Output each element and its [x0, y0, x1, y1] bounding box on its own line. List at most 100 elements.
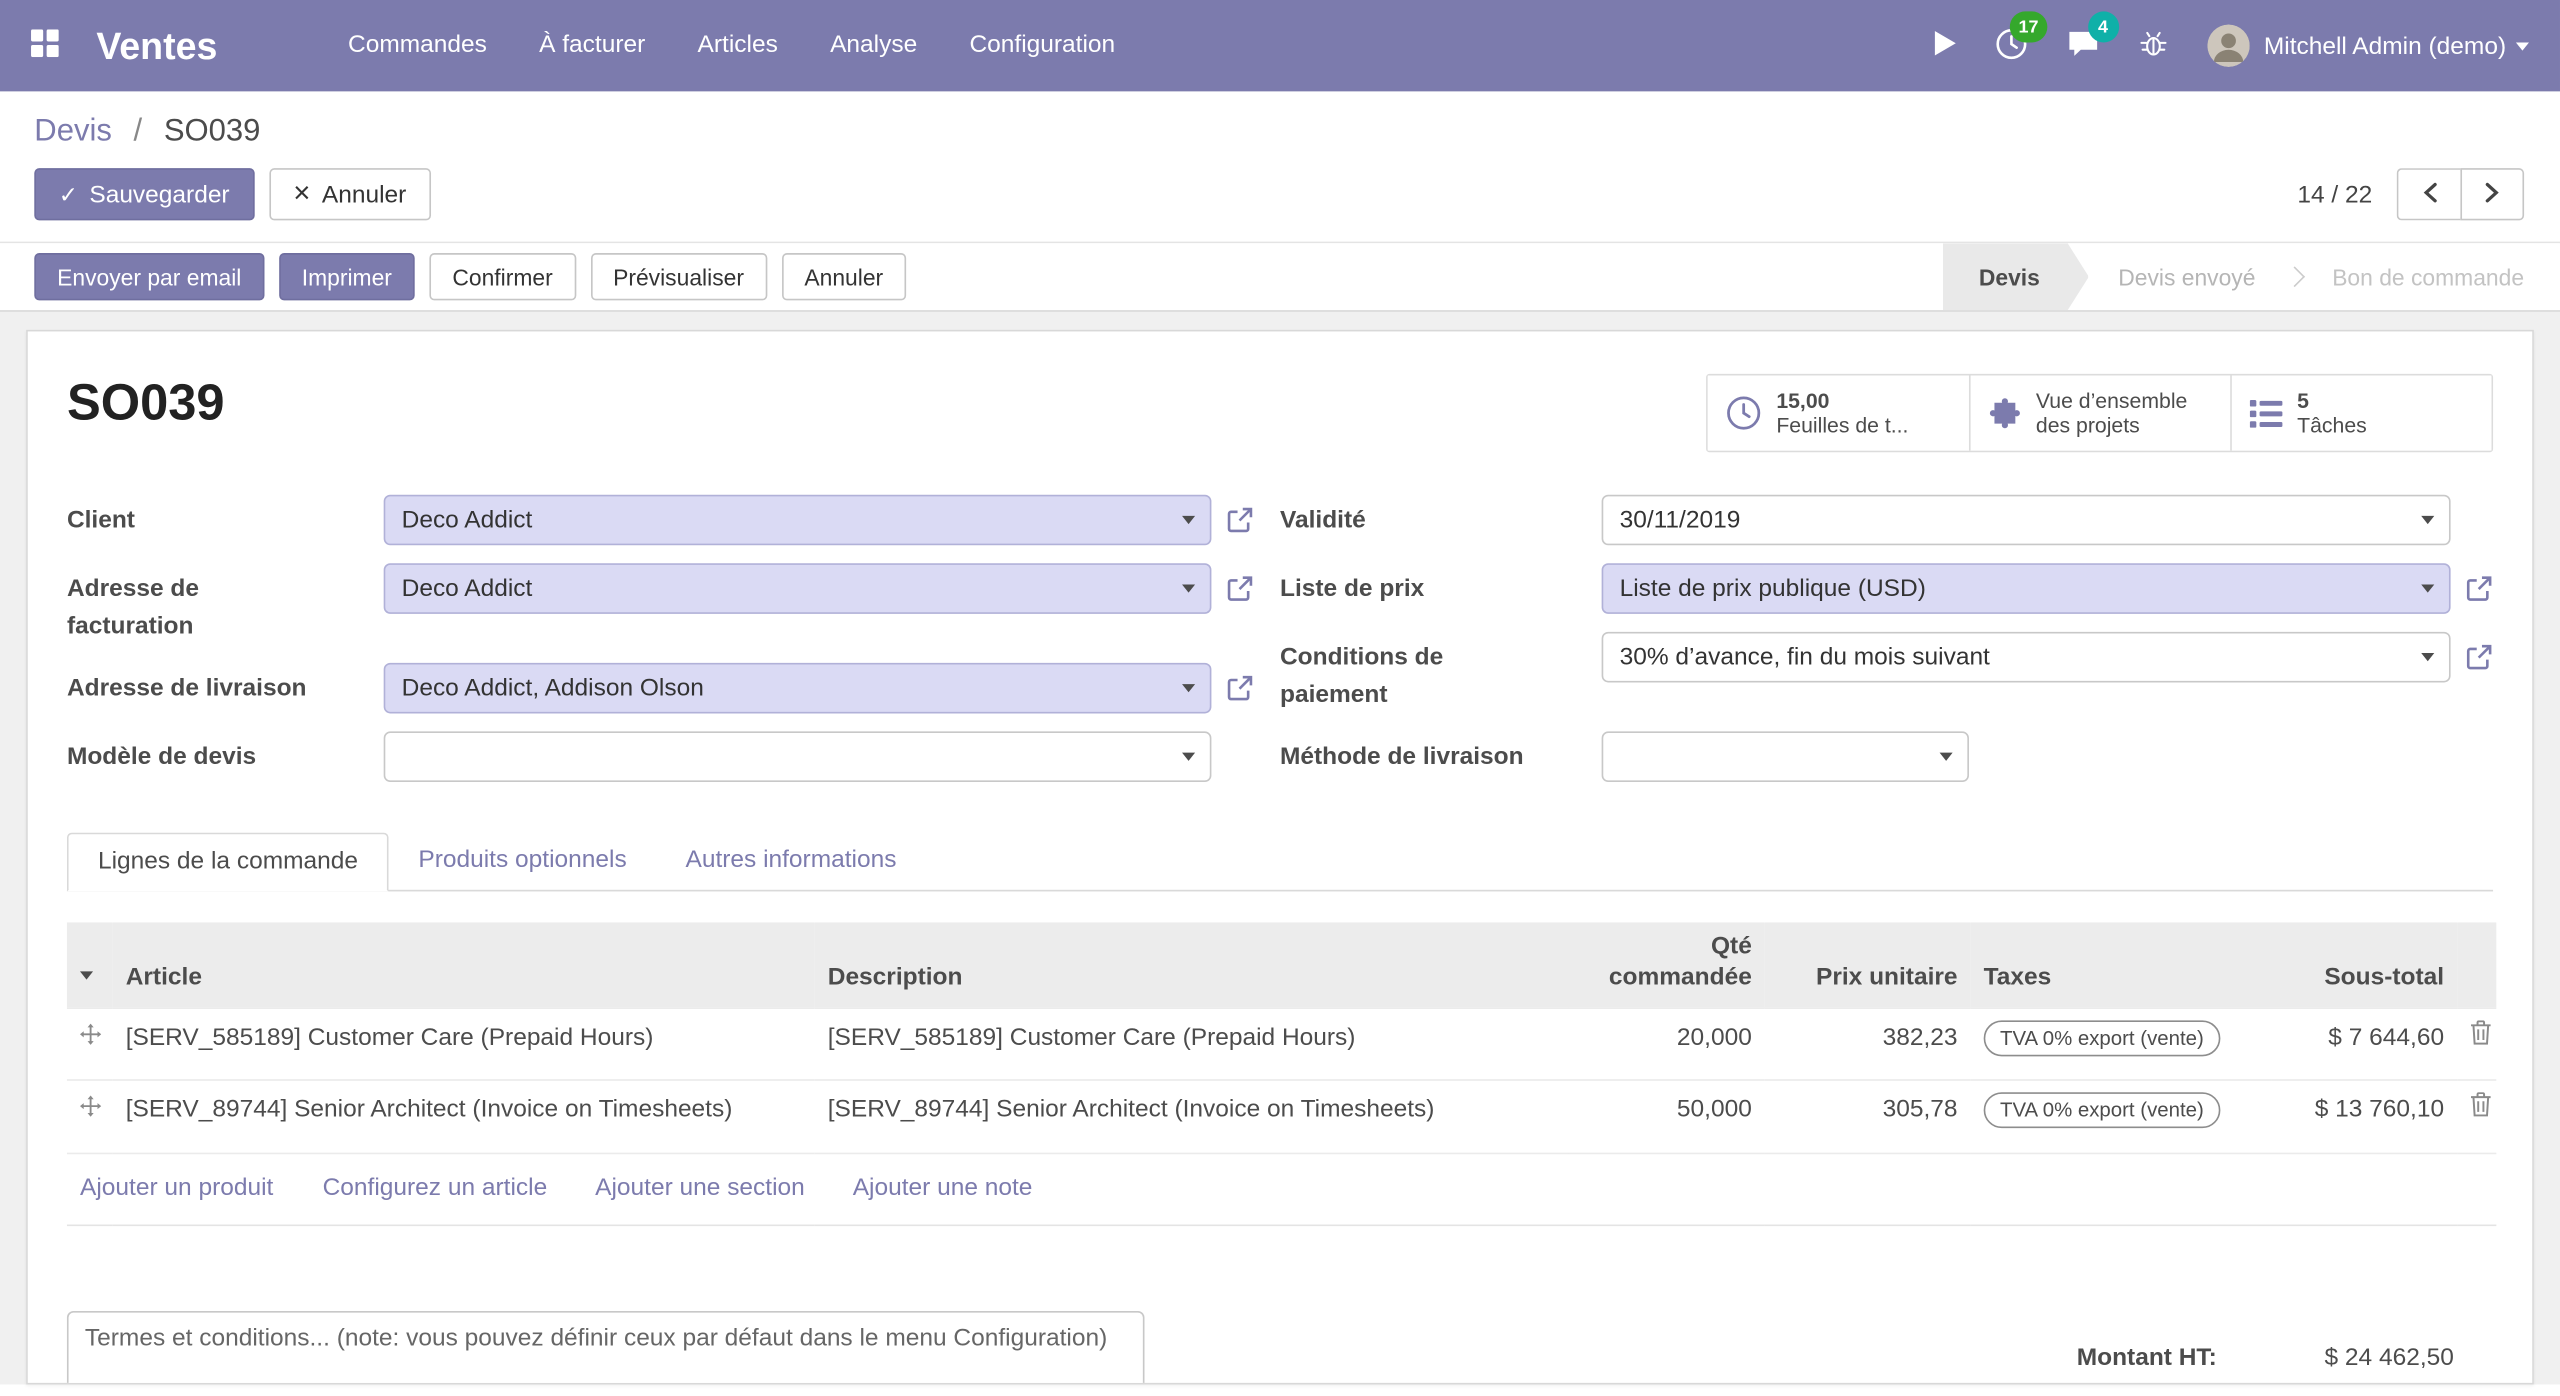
validity-field[interactable]: 30/11/2019	[1602, 495, 2451, 546]
col-header-article[interactable]: Article	[113, 922, 815, 1007]
stat-button-tasks[interactable]: 5 Tâches	[2230, 376, 2491, 451]
external-link-icon[interactable]	[1211, 663, 1253, 702]
delivery-address-field[interactable]: Deco Addict, Addison Olson	[384, 663, 1212, 714]
pager-counter: 14 / 22	[2297, 180, 2372, 208]
payment-terms-field[interactable]: 30% d’avance, fin du mois suivant	[1602, 632, 2451, 683]
delete-line-icon[interactable]	[2470, 1096, 2491, 1124]
unit-price-cell[interactable]: 305,78	[1765, 1080, 1971, 1153]
pager-next-button[interactable]	[2460, 168, 2524, 220]
save-button-label: Sauvegarder	[89, 180, 229, 208]
drag-handle-icon[interactable]	[80, 1023, 101, 1051]
form-statusbar: Envoyer par email Imprimer Confirmer Pré…	[0, 243, 2560, 312]
menu-item-a-facturer[interactable]: À facturer	[513, 0, 671, 91]
status-step-devis[interactable]: Devis	[1943, 243, 2089, 310]
description-cell[interactable]: [SERV_89744] Senior Architect (Invoice o…	[828, 1092, 1435, 1129]
pager-previous-button[interactable]	[2397, 168, 2461, 220]
user-avatar	[2207, 24, 2249, 66]
activity-count-badge: 17	[2010, 11, 2046, 42]
external-link-icon[interactable]	[1211, 495, 1253, 534]
stat-button-project-overview[interactable]: Vue d’ensemble des projets	[1969, 376, 2230, 451]
col-header-qty[interactable]: Qté commandée	[1569, 922, 1765, 1007]
terms-and-conditions-input[interactable]	[67, 1311, 1145, 1384]
status-step-bon-de-commande[interactable]: Bon de commande	[2303, 243, 2560, 310]
menu-item-articles[interactable]: Articles	[671, 0, 804, 91]
timesheet-hours-value: 15,00	[1776, 388, 1908, 413]
drag-handle-icon[interactable]	[80, 1096, 101, 1124]
pricelist-field[interactable]: Liste de prix publique (USD)	[1602, 563, 2451, 614]
order-lines-table: Article Description Qté commandée Prix u…	[67, 922, 2496, 1226]
send-by-email-button[interactable]: Envoyer par email	[34, 253, 264, 300]
systray: 17 4 Mitchell Admin (demo)	[1914, 0, 2529, 91]
external-link-icon[interactable]	[2451, 632, 2493, 671]
print-button[interactable]: Imprimer	[279, 253, 415, 300]
client-field[interactable]: Deco Addict	[384, 495, 1212, 546]
user-menu[interactable]: Mitchell Admin (demo)	[2207, 24, 2529, 66]
project-overview-label: Vue d’ensemble des projets	[2036, 388, 2212, 437]
col-header-unit-price[interactable]: Prix unitaire	[1765, 922, 1971, 1007]
client-value: Deco Addict	[402, 506, 533, 534]
article-cell[interactable]: [SERV_585189] Customer Care (Prepaid Hou…	[126, 1020, 654, 1057]
col-header-subtotal[interactable]: Sous-total	[2271, 922, 2457, 1007]
configure-product-link[interactable]: Configurez un article	[323, 1173, 548, 1201]
confirm-button[interactable]: Confirmer	[429, 253, 575, 300]
add-note-link[interactable]: Ajouter une note	[853, 1173, 1033, 1201]
unit-price-cell[interactable]: 382,23	[1765, 1007, 1971, 1080]
subtotal-cell: $ 13 760,10	[2271, 1080, 2457, 1153]
tab-lignes-de-la-commande[interactable]: Lignes de la commande	[67, 833, 389, 892]
form-view: SO039 15,00 Feuilles de t...	[0, 312, 2560, 1385]
play-tour-button[interactable]	[1914, 0, 1974, 91]
quotation-template-label: Modèle de devis	[67, 731, 384, 782]
control-panel: ✓ Sauvegarder × Annuler 14 / 22	[0, 157, 2560, 244]
order-line-row[interactable]: [SERV_89744] Senior Architect (Invoice o…	[67, 1080, 2496, 1153]
record-pager: 14 / 22	[2297, 168, 2524, 220]
menu-item-commandes[interactable]: Commandes	[322, 0, 513, 91]
message-count-badge: 4	[2088, 11, 2119, 42]
untaxed-amount-value: $ 24 462,50	[2324, 1344, 2453, 1372]
tax-tag[interactable]: TVA 0% export (vente)	[1984, 1092, 2220, 1128]
external-link-icon[interactable]	[2451, 563, 2493, 602]
description-cell[interactable]: [SERV_585189] Customer Care (Prepaid Hou…	[828, 1020, 1356, 1057]
add-section-link[interactable]: Ajouter une section	[595, 1173, 805, 1201]
delete-line-icon[interactable]	[2470, 1023, 2491, 1051]
preview-button[interactable]: Prévisualiser	[590, 253, 767, 300]
stat-button-timesheets[interactable]: 15,00 Feuilles de t...	[1708, 376, 1969, 451]
external-link-icon[interactable]	[1211, 563, 1253, 602]
cancel-button[interactable]: Annuler	[782, 253, 907, 300]
qty-cell[interactable]: 50,000	[1569, 1080, 1765, 1153]
order-line-row[interactable]: [SERV_585189] Customer Care (Prepaid Hou…	[67, 1007, 2496, 1080]
chevron-right-icon	[2483, 180, 2501, 208]
invoice-address-field[interactable]: Deco Addict	[384, 563, 1212, 614]
breadcrumb-parent-link[interactable]: Devis	[34, 114, 112, 148]
sheet-footer: Montant HT: $ 24 462,50	[67, 1311, 2493, 1384]
form-sheet: SO039 15,00 Feuilles de t...	[26, 330, 2534, 1385]
quotation-template-field[interactable]	[384, 731, 1212, 782]
col-header-description[interactable]: Description	[815, 922, 1569, 1007]
col-header-taxes[interactable]: Taxes	[1971, 922, 2271, 1007]
discard-button-label: Annuler	[322, 180, 406, 208]
clock-icon	[1726, 395, 1762, 431]
add-product-link[interactable]: Ajouter un produit	[80, 1173, 273, 1201]
table-header-row: Article Description Qté commandée Prix u…	[67, 922, 2496, 1007]
app-title[interactable]: Ventes	[96, 24, 217, 68]
messages-button[interactable]: 4	[2047, 0, 2119, 91]
apps-menu-button[interactable]	[31, 29, 59, 62]
sort-caret-icon[interactable]	[80, 971, 93, 979]
delivery-method-field[interactable]	[1602, 731, 1969, 782]
discard-button[interactable]: × Annuler	[269, 168, 431, 220]
activities-button[interactable]: 17	[1975, 0, 2047, 91]
tab-autres-informations[interactable]: Autres informations	[656, 833, 926, 890]
menu-item-configuration[interactable]: Configuration	[943, 0, 1141, 91]
tab-produits-optionnels[interactable]: Produits optionnels	[389, 833, 656, 890]
qty-cell[interactable]: 20,000	[1569, 1007, 1765, 1080]
tax-tag[interactable]: TVA 0% export (vente)	[1984, 1020, 2220, 1056]
save-button[interactable]: ✓ Sauvegarder	[34, 168, 254, 220]
client-label: Client	[67, 495, 384, 546]
menu-item-analyse[interactable]: Analyse	[804, 0, 943, 91]
status-step-devis-envoye[interactable]: Devis envoyé	[2089, 243, 2285, 310]
untaxed-amount-label: Montant HT:	[2077, 1344, 2217, 1372]
play-icon	[1934, 31, 1955, 60]
tasks-icon	[2250, 399, 2283, 427]
tasks-label: Tâches	[2297, 413, 2367, 438]
debug-button[interactable]	[2119, 0, 2188, 91]
article-cell[interactable]: [SERV_89744] Senior Architect (Invoice o…	[126, 1092, 733, 1129]
